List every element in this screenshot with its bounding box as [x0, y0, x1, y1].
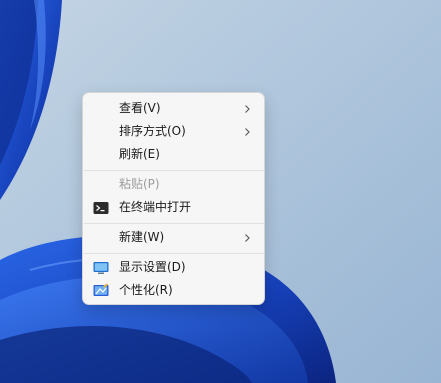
menu-item-display-settings-label: 显示设置(D)	[119, 260, 186, 274]
chevron-right-icon	[242, 97, 252, 120]
chevron-right-icon	[242, 120, 252, 143]
menu-item-open-in-terminal-label: 在终端中打开	[119, 200, 192, 214]
menu-item-sort-by-label: 排序方式(O)	[119, 124, 186, 138]
menu-item-open-in-terminal[interactable]: 在终端中打开	[87, 196, 262, 219]
menu-item-paste-label: 粘贴(P)	[119, 177, 160, 191]
menu-item-sort-by[interactable]: 排序方式(O)	[87, 120, 262, 143]
menu-item-new-label: 新建(W)	[119, 230, 165, 244]
desktop-context-menu: 查看(V) 排序方式(O) 刷新(E) 粘贴(P) 在终端中打开 新建(W) 显…	[82, 92, 265, 305]
menu-item-display-settings[interactable]: 显示设置(D)	[87, 256, 262, 279]
chevron-right-icon	[242, 226, 252, 249]
menu-separator	[84, 170, 265, 171]
menu-item-refresh[interactable]: 刷新(E)	[87, 143, 262, 166]
menu-item-new[interactable]: 新建(W)	[87, 226, 262, 249]
menu-item-paste: 粘贴(P)	[87, 173, 262, 196]
menu-item-personalize[interactable]: 个性化(R)	[87, 279, 262, 302]
menu-item-view-label: 查看(V)	[119, 101, 161, 115]
menu-item-refresh-label: 刷新(E)	[119, 147, 160, 161]
terminal-icon	[93, 200, 109, 216]
menu-separator	[84, 223, 265, 224]
display-settings-icon	[93, 260, 109, 276]
menu-separator	[84, 253, 265, 254]
menu-item-personalize-label: 个性化(R)	[119, 283, 173, 297]
menu-item-view[interactable]: 查看(V)	[87, 97, 262, 120]
personalize-icon	[93, 283, 109, 299]
